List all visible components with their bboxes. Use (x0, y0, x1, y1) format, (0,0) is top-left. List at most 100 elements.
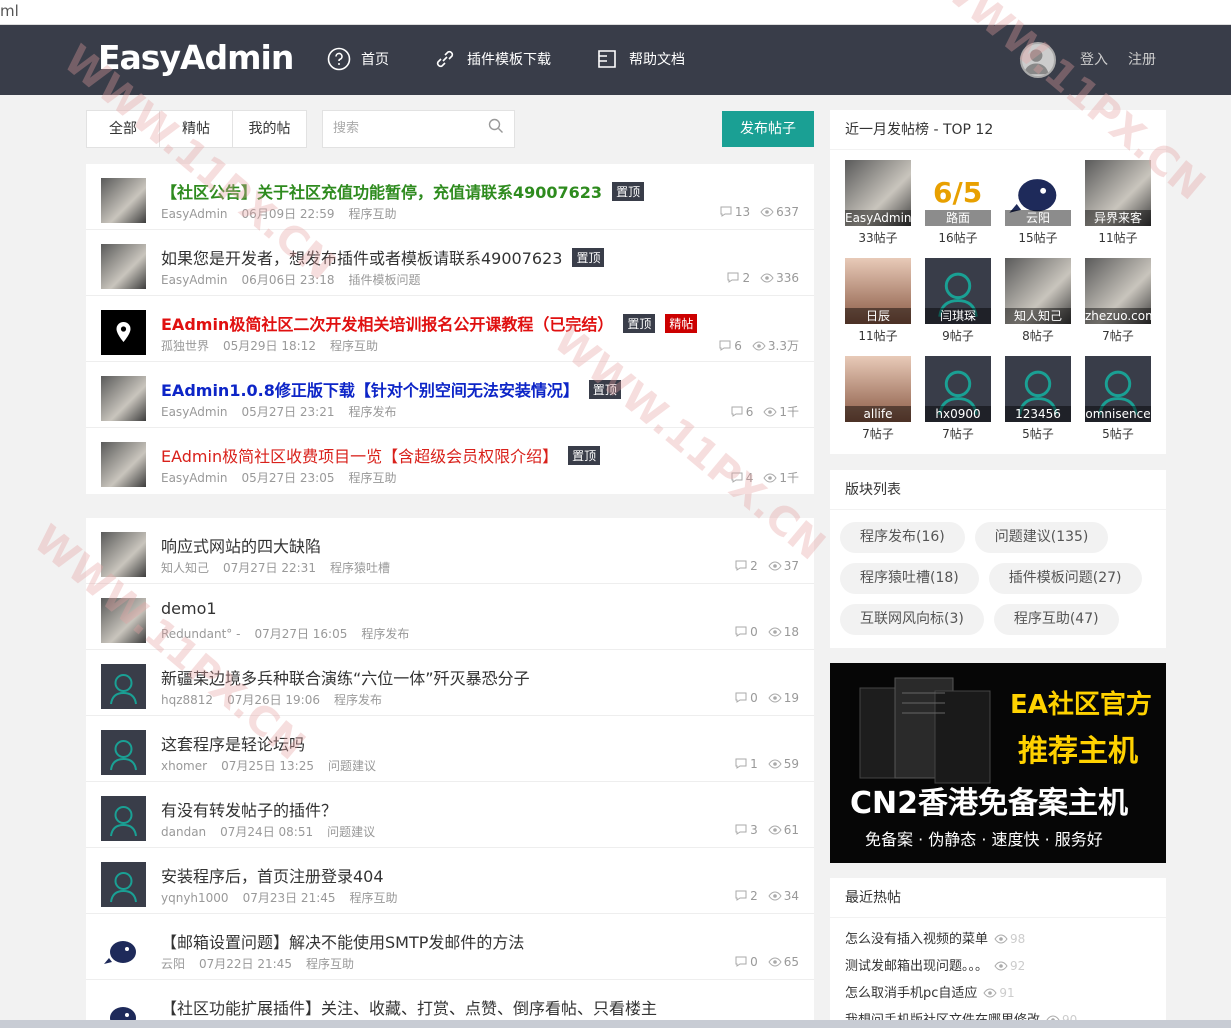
ranking-user[interactable]: 云阳 15帖子 (1005, 160, 1071, 246)
hosting-ad-banner[interactable]: EA社区官方 推荐主机 CN2香港免备案主机 免备案 · 伪静态 · 速度快 ·… (830, 663, 1166, 863)
hot-post-title[interactable]: 怎么取消手机pc自适应 (845, 986, 977, 1001)
post-title[interactable]: demo1 (161, 599, 217, 618)
post-category[interactable]: 程序互助 (330, 339, 378, 353)
site-logo[interactable]: EasyAdmin (98, 38, 294, 77)
whale-avatar[interactable] (101, 928, 146, 973)
new-post-button[interactable]: 发布帖子 (722, 111, 814, 147)
post-title[interactable]: 有没有转发帖子的插件？ (161, 801, 337, 820)
photo-avatar[interactable] (101, 598, 146, 643)
post-category[interactable]: 程序发布 (334, 693, 382, 707)
ranking-user[interactable]: 知人知己 8帖子 (1005, 258, 1071, 344)
post-author[interactable]: xhomer (161, 759, 207, 773)
post-author[interactable]: 孤独世界 (161, 339, 209, 353)
user-avatar-icon[interactable] (1020, 42, 1056, 78)
tab-all[interactable]: 全部 (87, 111, 160, 147)
post-title[interactable]: 这套程序是轻论坛吗 (161, 735, 305, 754)
hot-post-title[interactable]: 测试发邮箱出现问题。。。 (845, 959, 988, 974)
post-row[interactable]: 如果您是开发者，想发布插件或者模板请联系49007623 置顶 EasyAdmin 0… (86, 230, 814, 296)
register-link[interactable]: 注册 (1128, 49, 1156, 69)
default-user-avatar[interactable] (101, 862, 146, 907)
login-link[interactable]: 登入 (1080, 49, 1108, 69)
ranking-user[interactable]: zhezuo.com 7帖子 (1085, 258, 1151, 344)
post-title[interactable]: 【社区功能扩展插件】关注、收藏、打赏、点赞、倒序看帖、只看楼主 (161, 999, 657, 1018)
post-category[interactable]: 问题建议 (327, 825, 375, 839)
hot-post-item[interactable]: 测试发邮箱出现问题。。。 92 (830, 953, 1166, 980)
post-title[interactable]: 【社区公告】关于社区充值功能暂停，充值请联系49007623 (161, 183, 602, 202)
browser-url-bar[interactable]: ml (0, 0, 1231, 25)
ranking-user[interactable]: 6/5 路面 16帖子 (925, 160, 991, 246)
post-title[interactable]: EAdmin1.0.8修正版下载【针对个别空间无法安装情况】 (161, 381, 579, 400)
post-row[interactable]: 响应式网站的四大缺陷 知人知己 07月27日 22:31 程序猿吐槽 2 37 (86, 518, 814, 584)
ranking-user[interactable]: omnisence 5帖子 (1085, 356, 1151, 442)
ranking-user[interactable]: EasyAdmin 33帖子 (845, 160, 911, 246)
search-icon[interactable] (488, 118, 504, 134)
ranking-user[interactable]: 123456 5帖子 (1005, 356, 1071, 442)
forum-tag[interactable]: 插件模板问题(27) (988, 563, 1142, 594)
post-author[interactable]: EasyAdmin (161, 207, 228, 221)
hot-post-item[interactable]: 我想问手机版社区文件在哪里修改 90 (830, 1007, 1166, 1020)
post-category[interactable]: 插件模板问题 (348, 273, 420, 287)
post-category[interactable]: 程序互助 (348, 471, 396, 485)
post-row[interactable]: 【邮箱设置问题】解决不能使用SMTP发邮件的方法 云阳 07月22日 21:45 程序… (86, 914, 814, 980)
default-user-avatar[interactable] (101, 730, 146, 775)
post-category[interactable]: 程序猿吐槽 (330, 561, 390, 575)
post-category[interactable]: 程序互助 (306, 957, 354, 971)
post-row[interactable]: EAdmin1.0.8修正版下载【针对个别空间无法安装情况】 置顶 EasyAdmi… (86, 362, 814, 428)
hot-post-item[interactable]: 怎么没有插入视频的菜单 98 (830, 926, 1166, 953)
post-category[interactable]: 程序发布 (348, 405, 396, 419)
post-category[interactable]: 程序互助 (348, 207, 396, 221)
ranking-user[interactable]: allife 7帖子 (845, 356, 911, 442)
post-author[interactable]: Redundant° - (161, 627, 240, 641)
post-author[interactable]: 云阳 (161, 957, 185, 971)
post-row[interactable]: 这套程序是轻论坛吗 xhomer 07月25日 13:25 问题建议 1 59 (86, 716, 814, 782)
post-title[interactable]: EAdmin极简社区二次开发相关培训报名公开课教程（已完结） (161, 315, 613, 334)
post-title[interactable]: 新疆某边境多兵种联合演练“六位一体”歼灭暴恐分子 (161, 669, 530, 688)
ranking-user[interactable]: hx0900 7帖子 (925, 356, 991, 442)
photo-avatar[interactable] (101, 178, 146, 223)
hot-post-title[interactable]: 我想问手机版社区文件在哪里修改 (845, 1013, 1040, 1020)
post-category[interactable]: 问题建议 (328, 759, 376, 773)
nav-home[interactable]: 首页 (327, 47, 389, 71)
post-author[interactable]: dandan (161, 825, 206, 839)
post-category[interactable]: 程序发布 (361, 627, 409, 641)
nav-plugins[interactable]: 插件模板下载 (433, 47, 551, 71)
forum-tag[interactable]: 互联网风向标(3) (840, 604, 984, 635)
post-category[interactable]: 程序互助 (350, 891, 398, 905)
post-author[interactable]: EasyAdmin (161, 471, 228, 485)
post-row[interactable]: EAdmin极简社区收费项目一览【含超级会员权限介绍】 置顶 EasyAdmin 05… (86, 428, 814, 494)
hot-post-item[interactable]: 怎么取消手机pc自适应 91 (830, 980, 1166, 1007)
forum-tag[interactable]: 程序发布(16) (840, 522, 965, 553)
whale-avatar[interactable] (101, 994, 146, 1020)
ranking-user[interactable]: 异界来客 11帖子 (1085, 160, 1151, 246)
tab-mine[interactable]: 我的帖 (233, 111, 306, 147)
post-title[interactable]: 如果您是开发者，想发布插件或者模板请联系49007623 (161, 249, 562, 268)
location-pin-avatar[interactable] (101, 310, 146, 355)
post-row[interactable]: 【社区功能扩展插件】关注、收藏、打赏、点赞、倒序看帖、只看楼主 (86, 980, 814, 1020)
post-author[interactable]: EasyAdmin (161, 405, 228, 419)
post-row[interactable]: demo1 Redundant° - 07月27日 16:05 程序发布 0 18 (86, 584, 814, 650)
post-title[interactable]: EAdmin极简社区收费项目一览【含超级会员权限介绍】 (161, 447, 558, 466)
post-row[interactable]: 新疆某边境多兵种联合演练“六位一体”歼灭暴恐分子 hqz8812 07月26日 19… (86, 650, 814, 716)
post-author[interactable]: hqz8812 (161, 693, 213, 707)
photo-avatar[interactable] (101, 532, 146, 577)
search-input[interactable]: 搜索 (322, 110, 515, 148)
tab-featured[interactable]: 精帖 (160, 111, 233, 147)
ranking-user[interactable]: 闫琪琛 9帖子 (925, 258, 991, 344)
hot-post-title[interactable]: 怎么没有插入视频的菜单 (845, 932, 988, 947)
default-user-avatar[interactable] (101, 664, 146, 709)
post-author[interactable]: yqnyh1000 (161, 891, 229, 905)
post-row[interactable]: 安装程序后，首页注册登录404 yqnyh1000 07月23日 21:45 程序互助… (86, 848, 814, 914)
forum-tag[interactable]: 程序猿吐槽(18) (840, 563, 979, 594)
nav-help[interactable]: 帮助文档 (595, 47, 685, 71)
ranking-user[interactable]: 日辰 11帖子 (845, 258, 911, 344)
forum-tag[interactable]: 程序互助(47) (993, 604, 1119, 635)
post-author[interactable]: EasyAdmin (161, 273, 228, 287)
post-author[interactable]: 知人知己 (161, 561, 209, 575)
post-row[interactable]: 【社区公告】关于社区充值功能暂停，充值请联系49007623 置顶 EasyAdmi… (86, 164, 814, 230)
default-user-avatar[interactable] (101, 796, 146, 841)
post-row[interactable]: EAdmin极简社区二次开发相关培训报名公开课教程（已完结） 置顶 精帖 孤独世界 05… (86, 296, 814, 362)
photo-avatar[interactable] (101, 244, 146, 289)
post-title[interactable]: 【邮箱设置问题】解决不能使用SMTP发邮件的方法 (161, 933, 524, 952)
post-title[interactable]: 响应式网站的四大缺陷 (161, 537, 321, 556)
post-title[interactable]: 安装程序后，首页注册登录404 (161, 867, 384, 886)
